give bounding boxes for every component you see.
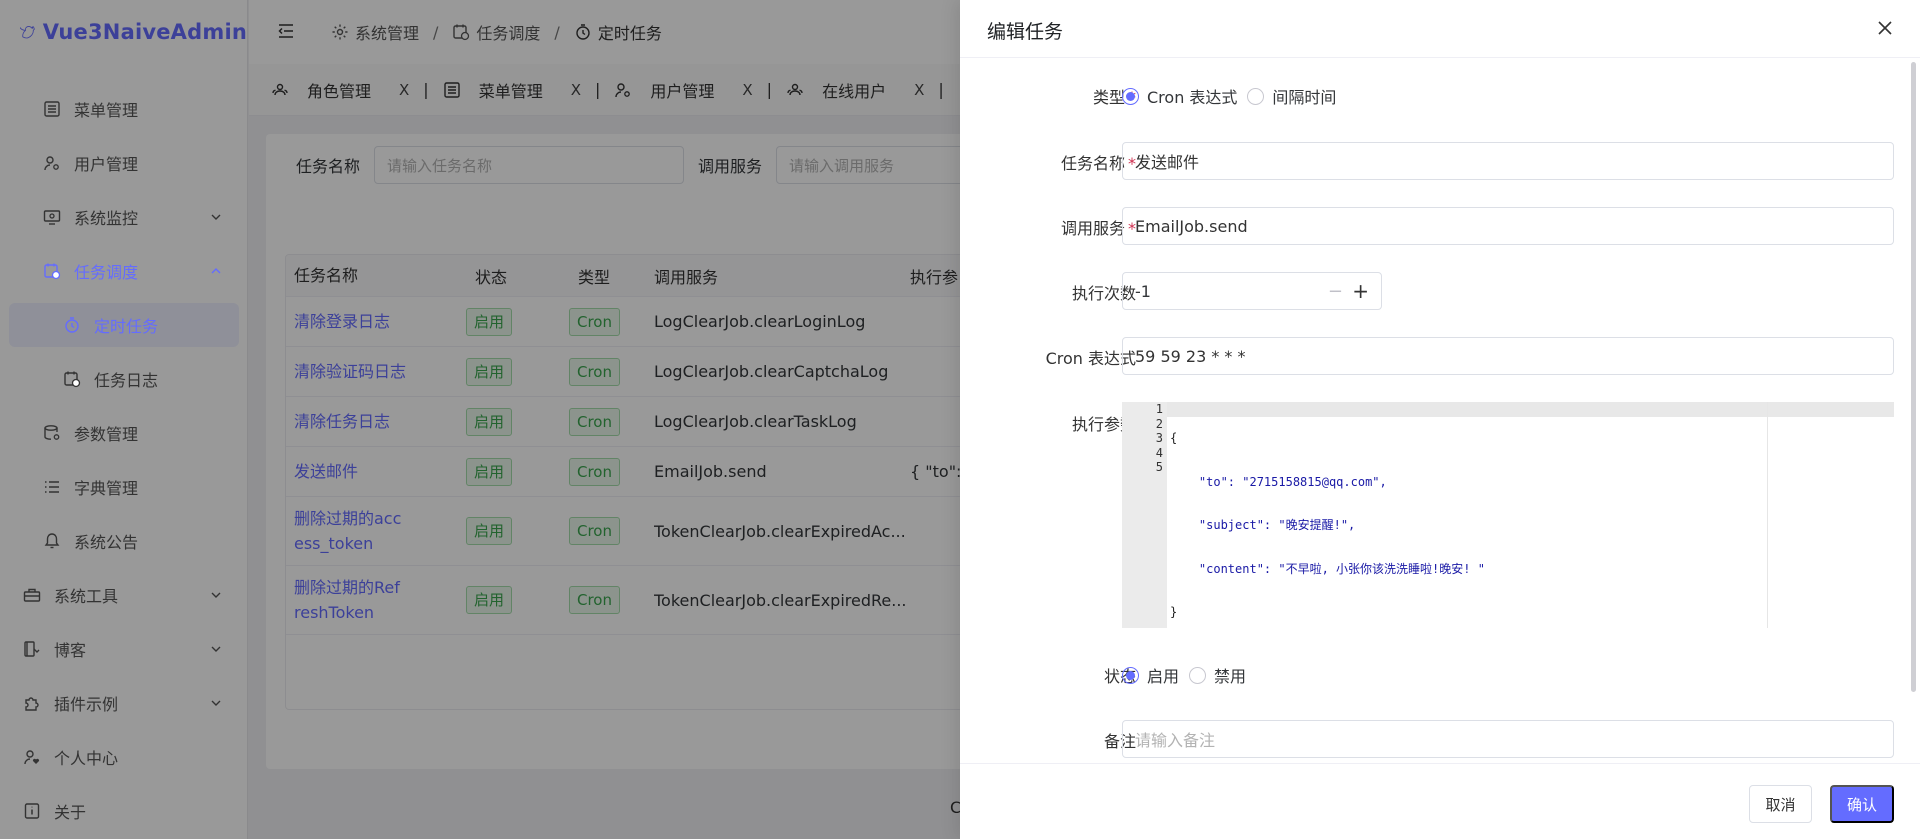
radio-enabled[interactable]: 启用 (1122, 663, 1179, 687)
database-settings-icon (42, 423, 62, 443)
radio-label: 启用 (1147, 667, 1180, 686)
menu-list-icon (42, 99, 62, 119)
code-line: "to": "2715158815@qq.com", (1170, 474, 1387, 489)
sidebar-item-label: 插件示例 (54, 695, 119, 714)
radio-cron[interactable]: Cron 表达式 (1122, 84, 1237, 108)
code-line: "content": "不早啦, 小张你该洗洗睡啦!晚安! " (1170, 561, 1485, 576)
radio-disabled[interactable]: 禁用 (1189, 663, 1246, 687)
log-icon (62, 369, 82, 389)
sidebar-item-label: 字典管理 (74, 479, 139, 498)
radio-dot (1122, 666, 1139, 684)
clock-timer-icon (62, 315, 82, 335)
bell-icon (42, 531, 62, 551)
sidebar-item-label: 参数管理 (74, 425, 139, 444)
line-number: 4 (1155, 445, 1163, 460)
puzzle-icon (22, 693, 42, 713)
print-margin (1767, 402, 1768, 628)
radio-dot (1189, 666, 1207, 684)
info-icon (22, 801, 42, 821)
edit-task-drawer: 编辑任务 类型 * Cron 表达式 间隔时间 任务名称 * 发送邮件 调用服务 * … (960, 0, 1920, 839)
confirm-button[interactable]: 确认 (1830, 785, 1894, 823)
radio-label: 间隔时间 (1272, 88, 1337, 107)
user-settings-icon (42, 153, 62, 173)
sidebar-item-label: 关于 (54, 803, 87, 822)
radio-dot (1247, 87, 1265, 105)
form-item-remark: 备注 请输入备注 (960, 720, 1920, 758)
chevron-up-icon (210, 265, 222, 277)
form-item-type: 类型 * Cron 表达式 间隔时间 (960, 84, 1920, 108)
calendar-clock-icon (42, 261, 62, 281)
sidebar-item-label: 博客 (54, 641, 87, 660)
drawer-scrollbar[interactable] (1911, 62, 1916, 692)
sidebar-item-label: 用户管理 (74, 155, 139, 174)
radio-label: Cron 表达式 (1147, 88, 1238, 107)
line-number: 1 (1155, 402, 1163, 416)
chevron-down-icon (210, 211, 222, 223)
type-radio-group: Cron 表达式 间隔时间 (1122, 84, 1346, 108)
sidebar-item-label: 系统公告 (74, 533, 139, 552)
form-item-params: 执行参数 1 2 3 4 5 { "to": "2715158815@qq.co… (960, 402, 1920, 628)
code-line: { (1170, 431, 1178, 445)
radio-label: 禁用 (1214, 667, 1247, 686)
form-item-status: 状态 启用 禁用 (960, 663, 1920, 687)
code-line: "subject": "晚安提醒!", (1170, 518, 1356, 532)
count-value: -1 (1135, 281, 1151, 301)
service-input[interactable]: EmailJob.send (1122, 207, 1894, 245)
list-icon (42, 477, 62, 497)
line-number: 2 (1155, 416, 1163, 431)
drawer-title: 编辑任务 (987, 21, 1064, 43)
close-icon[interactable] (1876, 19, 1894, 37)
book-icon (22, 639, 42, 659)
radio-dot (1122, 87, 1139, 105)
form-item-cron: Cron 表达式 59 59 23 * * * (960, 337, 1920, 375)
editor-gutter: 1 2 3 4 5 (1122, 402, 1167, 628)
drawer-header: 编辑任务 (960, 0, 1920, 58)
sidebar-item-label: 任务调度 (74, 263, 139, 282)
sidebar-item-label: 系统工具 (54, 587, 119, 606)
sidebar-item-label: 定时任务 (94, 317, 159, 336)
toolbox-icon (22, 585, 42, 605)
sidebar-item-label: 系统监控 (74, 209, 139, 228)
remark-textarea[interactable]: 请输入备注 (1122, 720, 1894, 758)
minus-icon[interactable]: − (1328, 281, 1343, 302)
count-stepper[interactable]: -1 − + (1122, 272, 1382, 310)
drawer-footer: 取消 确认 (960, 763, 1920, 839)
task-name-input[interactable]: 发送邮件 (1122, 142, 1894, 180)
form-item-name: 任务名称 * 发送邮件 (960, 142, 1920, 180)
cron-input[interactable]: 59 59 23 * * * (1122, 337, 1894, 375)
form-item-count: 执行次数 -1 − + (960, 272, 1920, 310)
sidebar-item-label: 个人中心 (54, 749, 119, 768)
sidebar-item-label: 任务日志 (94, 371, 159, 390)
chevron-down-icon (210, 589, 222, 601)
plus-icon[interactable]: + (1352, 279, 1369, 303)
cancel-button[interactable]: 取消 (1749, 785, 1812, 823)
json-code-editor[interactable]: 1 2 3 4 5 { "to": "2715158815@qq.com", "… (1122, 402, 1894, 628)
form-item-service: 调用服务 * EmailJob.send (960, 207, 1920, 245)
status-radio-group: 启用 禁用 (1122, 663, 1256, 687)
chevron-down-icon (210, 643, 222, 655)
code-line: } (1170, 605, 1178, 619)
line-number: 3 (1155, 431, 1163, 445)
line-number: 5 (1155, 460, 1163, 474)
sidebar-item-label: 菜单管理 (74, 101, 139, 120)
chevron-down-icon (210, 697, 222, 709)
code-content: { "to": "2715158815@qq.com", "subject": … (1170, 402, 1485, 649)
monitor-icon (42, 207, 62, 227)
radio-interval[interactable]: 间隔时间 (1247, 84, 1336, 108)
user-heart-icon (22, 747, 42, 767)
